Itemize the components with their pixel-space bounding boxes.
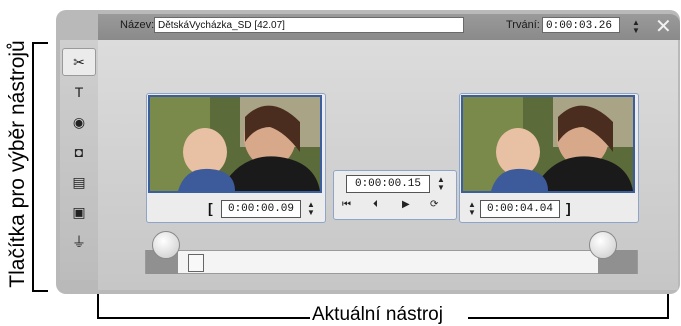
out-spin-up-icon[interactable]: ▲	[468, 201, 476, 209]
trim-in-handle[interactable]	[152, 231, 180, 259]
frame-icon: ▣	[72, 203, 86, 220]
close-icon[interactable]: ✕	[655, 14, 672, 39]
plug-tool-button[interactable]: ⏚	[62, 228, 96, 256]
camera-tool-button[interactable]: ◘	[62, 138, 96, 166]
in-spin-down-icon[interactable]: ▼	[307, 209, 315, 217]
current-spin-up-icon[interactable]: ▲	[437, 176, 445, 184]
out-frame-thumbnail	[461, 95, 635, 193]
name-field[interactable]: DětskáVycházka_SD [42.07]	[154, 17, 464, 33]
duration-spin-up-icon[interactable]: ▲	[632, 19, 640, 27]
clapper-tool-button[interactable]: ▤	[62, 168, 96, 196]
clapper-icon: ▤	[72, 173, 86, 190]
duration-label: Trvání:	[506, 19, 540, 31]
current-tool-bracket-left	[97, 294, 99, 319]
camera-icon: ◘	[74, 144, 84, 160]
plug-icon: ⏚	[72, 234, 86, 250]
tool-buttons-bracket	[32, 42, 48, 292]
video-trim-tool-button[interactable]: ✂	[62, 48, 96, 76]
cd-dvd-icon: ◉	[72, 113, 86, 130]
current-spin-down-icon[interactable]: ▼	[437, 184, 445, 192]
current-timecode[interactable]: 0:00:00.15	[346, 175, 430, 193]
out-spin-down-icon[interactable]: ▼	[468, 209, 476, 217]
name-label: Název:	[120, 19, 155, 31]
frame-tool-button[interactable]: ▣	[62, 198, 96, 226]
duration-field[interactable]: 0:00:03.26	[542, 17, 620, 33]
out-timecode[interactable]: 0:00:04.04	[480, 200, 560, 218]
loop-icon[interactable]: ⟳	[430, 199, 438, 210]
trim-out-handle[interactable]	[589, 231, 617, 259]
current-tool-bracket-right	[667, 294, 669, 319]
cd-dvd-tool-button[interactable]: ◉	[62, 108, 96, 136]
duration-spin-down-icon[interactable]: ▼	[632, 27, 640, 35]
current-tool-bracket-line-left	[97, 317, 310, 319]
in-frame-thumbnail	[148, 95, 322, 193]
mark-in-icon[interactable]: [	[208, 200, 213, 216]
step-back-icon[interactable]: ⏴	[373, 199, 378, 210]
title-text-tool-button[interactable]: T	[62, 78, 96, 106]
in-timecode[interactable]: 0:00:00.09	[221, 200, 301, 218]
title-text-icon: T	[74, 84, 84, 100]
play-icon[interactable]: ▶	[402, 199, 410, 210]
in-spin-up-icon[interactable]: ▲	[307, 201, 315, 209]
tool-buttons-annotation: Tlačítka pro výběr nástrojů	[6, 40, 29, 288]
timeline-scrubber[interactable]	[145, 250, 638, 274]
mark-out-icon[interactable]: ]	[566, 200, 571, 216]
current-tool-annotation: Aktuální nástroj	[312, 304, 443, 325]
current-tool-bracket-line-right	[468, 317, 669, 319]
video-trim-icon: ✂	[73, 53, 85, 70]
skip-to-start-icon[interactable]: ⏮	[342, 199, 351, 210]
playhead-handle[interactable]	[188, 254, 204, 272]
